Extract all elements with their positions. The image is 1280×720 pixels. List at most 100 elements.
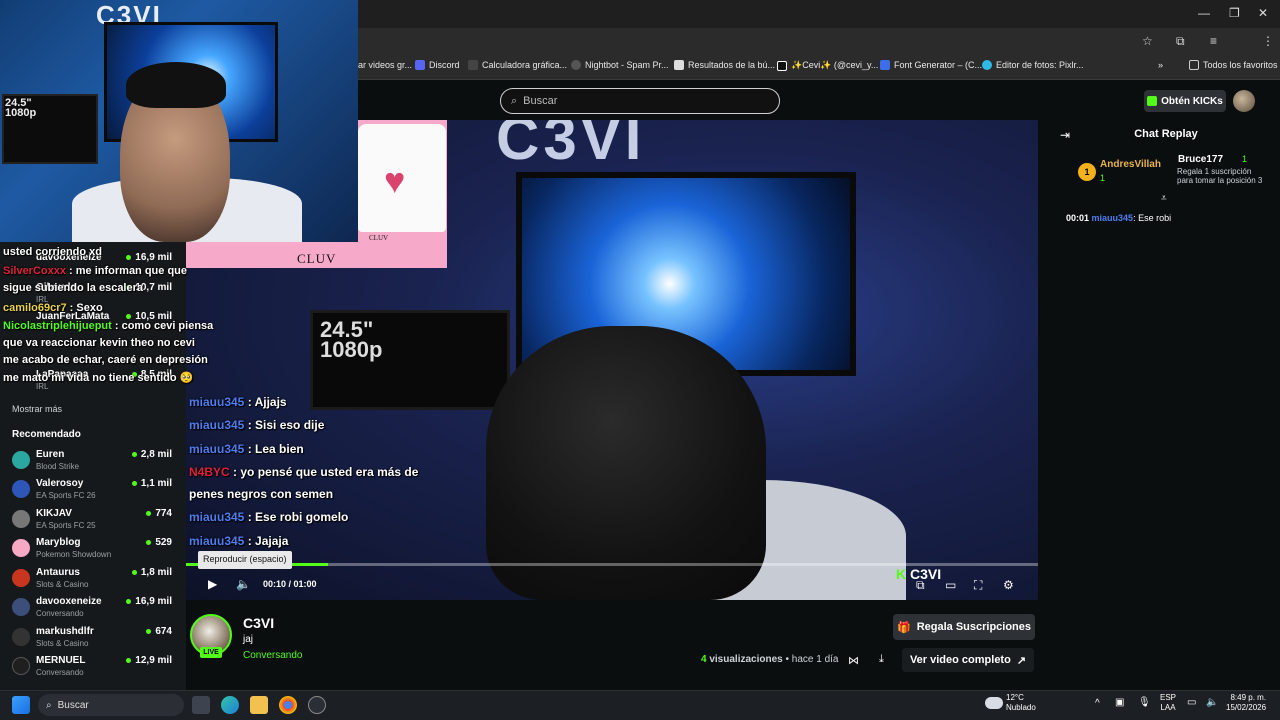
windows-start-icon[interactable]	[12, 696, 30, 714]
download-icon[interactable]: ⤓	[879, 653, 884, 666]
search-icon: ⌕	[511, 94, 518, 107]
search-icon: ⌕	[46, 699, 52, 711]
bookmark-0[interactable]: ar videos gr...	[358, 60, 412, 70]
sidebar-item-mernuel[interactable]: MERNUEL Conversando 12,9 mil	[12, 655, 172, 683]
monitor-label: 24.5" 1080p	[320, 317, 383, 362]
sidebar-item-kikjav[interactable]: KIKJAV EA Sports FC 25 774	[12, 508, 172, 536]
avatar	[12, 598, 30, 616]
search-input[interactable]: ⌕ Buscar	[500, 88, 780, 114]
monitor-label-small: 24.5" 1080p	[5, 97, 37, 119]
play-icon[interactable]: ▶	[208, 577, 217, 591]
avatar	[12, 480, 30, 498]
share-icon[interactable]: ⋈	[848, 654, 859, 667]
overlay-chat-line: me acabo de echar, caeré en depresión	[3, 354, 208, 366]
overlay-chat-line: SilverCoxxx : me informan que que	[3, 265, 188, 277]
star-icon[interactable]: ☆	[1142, 34, 1153, 48]
maximize-icon[interactable]: ❐	[1229, 6, 1240, 20]
theater-icon[interactable]: ▭	[945, 578, 956, 592]
overlay-chat-line: miauu345 : Ese robi gomelo	[189, 510, 349, 524]
channel-name[interactable]: C3VI	[243, 615, 274, 631]
ad-brand: CLUV	[297, 251, 337, 266]
task-view-icon[interactable]	[192, 696, 210, 714]
second-gifter-name[interactable]: Bruce177	[1178, 154, 1223, 165]
bookmark-font-generator[interactable]: Font Generator – (C...	[880, 60, 982, 70]
bookmark-search-results[interactable]: Resultados de la bú...	[674, 60, 775, 70]
bookmark-tiktok[interactable]: ✨Cevi✨ (@cevi_y...	[777, 60, 878, 71]
language-indicator[interactable]: ESP LAA	[1160, 693, 1176, 713]
gift-subs-button[interactable]: 🎁 Regala Suscripciones	[893, 614, 1035, 640]
sidebar-item-antaurus[interactable]: Antaurus Slots & Casino 1,8 mil	[12, 567, 172, 595]
background-logo: C3VI	[496, 120, 646, 172]
search-result-icon	[674, 60, 684, 70]
user-avatar[interactable]	[1233, 90, 1255, 112]
close-icon[interactable]: ✕	[1258, 6, 1268, 20]
tiktok-icon	[777, 60, 787, 71]
avatar	[12, 569, 30, 587]
bookmark-pixlr[interactable]: Editor de fotos: Pixlr...	[982, 60, 1084, 70]
video-meta: 4 visualizaciones • hace 1 día	[701, 654, 839, 665]
stream-title: jaj	[243, 634, 254, 645]
streamer-hair	[126, 62, 226, 108]
sidebar-item-valerosoy[interactable]: Valerosoy EA Sports FC 26 1,1 mil	[12, 478, 172, 506]
microphone-icon[interactable]: 🎙	[1138, 698, 1151, 708]
avatar	[12, 657, 30, 675]
top-gifter-name[interactable]: AndresVillah	[1100, 159, 1161, 170]
chat-title: Chat Replay	[1134, 128, 1198, 140]
reading-list-icon[interactable]: ≡	[1210, 34, 1217, 48]
chevron-up-icon[interactable]: ^	[1095, 699, 1100, 709]
avatar	[12, 510, 30, 528]
bookmark-calculator[interactable]: Calculadora gráfica...	[468, 60, 567, 70]
overlay-chat-line: usted corriendo xd	[3, 246, 103, 258]
more-menu-icon[interactable]: ⋮	[1262, 34, 1274, 48]
pip-icon[interactable]: ⧉	[916, 578, 925, 593]
search-placeholder: Buscar	[523, 95, 558, 107]
overlay-chat-line: miauu345 : Jajaja	[189, 534, 289, 548]
taskbar-search[interactable]: ⌕ Buscar	[38, 694, 184, 716]
streamer-head	[486, 326, 766, 600]
fullscreen-icon[interactable]: ⛶	[974, 578, 982, 593]
volume-icon[interactable]: 🔈	[1206, 698, 1218, 708]
nightbot-icon	[571, 60, 581, 70]
play-tooltip: Reproducir (espacio)	[198, 551, 292, 569]
webcam-overlay: C3VI 24.5" 1080p	[0, 0, 358, 242]
heart-icon: ♥	[384, 160, 406, 201]
chevron-down-icon[interactable]: ⩡	[1161, 193, 1167, 204]
chevron-right-icon[interactable]: »	[1158, 60, 1163, 70]
tray-app-icon[interactable]: ▣	[1115, 698, 1124, 708]
folder-icon	[1189, 60, 1199, 70]
bookmark-nightbot[interactable]: Nightbot - Spam Pr...	[571, 60, 669, 70]
cloud-icon	[985, 697, 1003, 709]
show-more-link[interactable]: Mostrar más	[12, 404, 62, 414]
volume-icon[interactable]: 🔈	[236, 577, 251, 591]
second-gifter-count: 1	[1242, 154, 1248, 164]
stream-category[interactable]: Conversando	[243, 650, 302, 661]
file-explorer-icon[interactable]	[250, 696, 268, 714]
overlay-chat-line: Nicolastriplehijueput : como cevi piensa	[3, 320, 214, 332]
sidebar-item-euren[interactable]: Euren Blood Strike 2,8 mil	[12, 449, 172, 477]
network-icon[interactable]: ▭	[1187, 698, 1196, 708]
weather-widget[interactable]: 12°C Nublado	[1006, 693, 1036, 713]
minimize-icon[interactable]: —	[1198, 6, 1210, 20]
pixlr-icon	[982, 60, 992, 70]
time-display: 00:10 / 01:00	[263, 579, 317, 589]
extensions-icon[interactable]: ⧉	[1176, 34, 1185, 49]
all-bookmarks[interactable]: Todos los favoritos	[1189, 60, 1278, 70]
avatar	[12, 451, 30, 469]
overlay-chat-line: miauu345 : Ajjajs	[189, 395, 287, 409]
sidebar-item-davooxeneize-rec[interactable]: davooxeneize Conversando 16,9 mil	[12, 596, 172, 624]
app-icon[interactable]	[308, 696, 326, 714]
edge-icon[interactable]	[221, 696, 239, 714]
chrome-icon[interactable]	[279, 696, 297, 714]
get-kicks-button[interactable]: Obtén KICKs	[1144, 90, 1226, 112]
sidebar-item-maryblog[interactable]: Maryblog Pokemon Showdown 529	[12, 537, 172, 565]
bookmark-discord[interactable]: Discord	[415, 60, 460, 70]
ad-shirt-brand: CLUV	[369, 234, 389, 242]
watch-full-video-button[interactable]: Ver video completo ↗	[902, 648, 1034, 672]
discord-icon	[415, 60, 425, 70]
overlay-chat-line: me mato mi vida no tiene sentido 🥺	[3, 372, 194, 384]
settings-icon[interactable]: ⚙	[1003, 578, 1014, 592]
chat-replay-panel	[1052, 120, 1280, 690]
clock[interactable]: 8:49 p. m. 15/02/2026	[1226, 693, 1266, 713]
overlay-chat-line: camilo69cr7 : Sexo	[3, 302, 103, 314]
sidebar-item-markushdlfr[interactable]: markushdlfr Slots & Casino 674	[12, 626, 172, 654]
